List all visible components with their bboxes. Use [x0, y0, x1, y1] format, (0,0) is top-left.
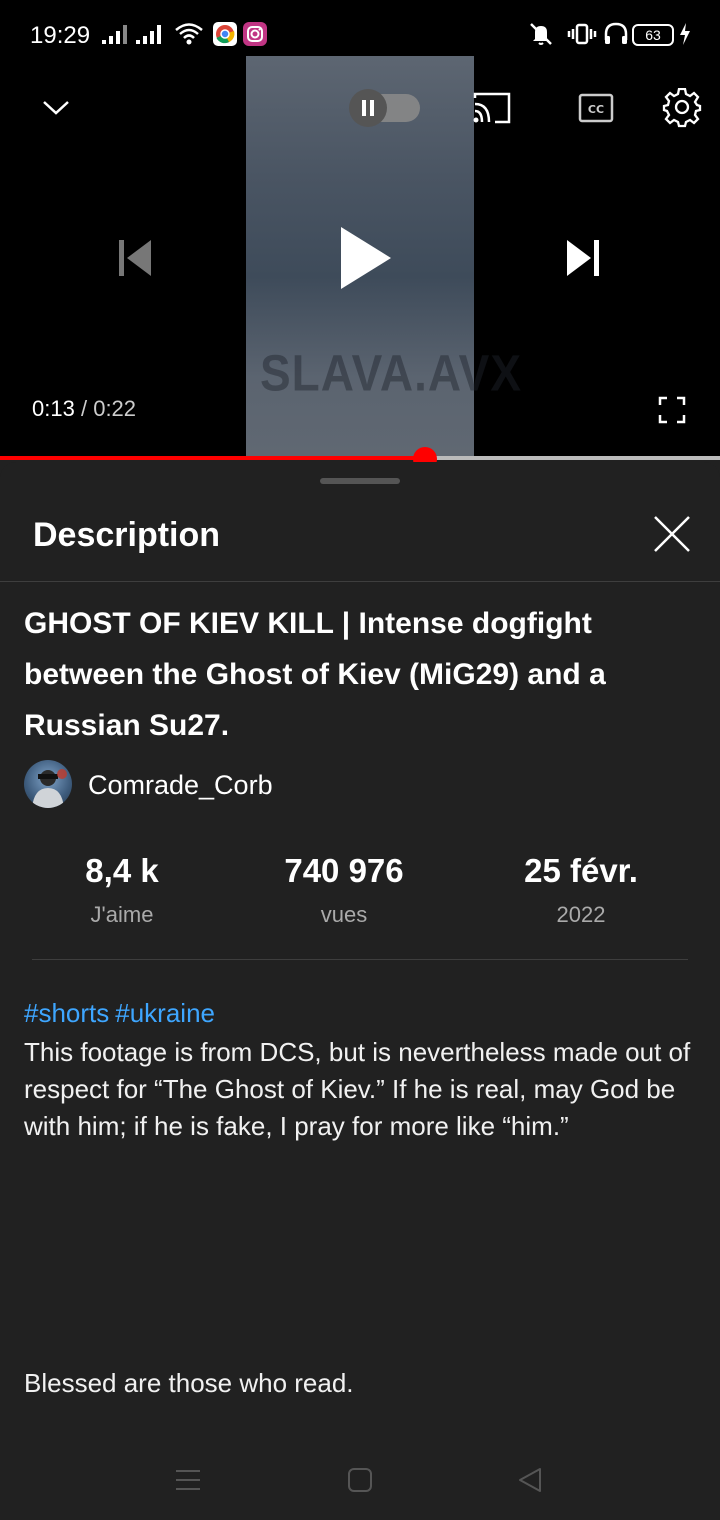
current-time: 0:13 [32, 396, 75, 421]
description-footer: Blessed are those who read. [24, 1368, 354, 1398]
time-separator: / [80, 396, 88, 421]
menu-icon[interactable] [168, 1460, 208, 1500]
duration: 0:22 [93, 396, 137, 421]
description-sheet: Description GHOST OF KIEV KILL | Intense… [0, 462, 720, 1520]
video-title: GHOST OF KIEV KILL | Intense dogfight be… [24, 607, 606, 742]
signal-icon [136, 18, 161, 50]
hashtags: #shorts #ukraine [24, 998, 221, 1029]
previous-icon[interactable] [112, 234, 158, 282]
svg-text:CC: CC [588, 103, 604, 116]
stat-label: vues [320, 902, 368, 927]
stat-label: 2022 [556, 902, 606, 927]
sheet-title: Description [33, 516, 221, 554]
drag-handle[interactable] [320, 478, 400, 484]
description-text: This footage is from DCS, but is neverth… [24, 1037, 691, 1141]
stat-value: 8,4 k [85, 852, 159, 889]
chrome-icon [212, 18, 238, 50]
stat-date: 25 févr. 2022 [496, 852, 666, 928]
captions-icon[interactable]: CC [576, 90, 616, 126]
home-icon[interactable] [340, 1460, 380, 1500]
fullscreen-icon[interactable] [652, 390, 692, 430]
status-time: 19:29 [30, 22, 91, 49]
video-player[interactable]: SLAVA.AVX CC 0:13 / 0:22 [0, 56, 720, 458]
back-icon[interactable] [510, 1460, 550, 1500]
divider [32, 959, 688, 960]
autoplay-toggle[interactable] [346, 88, 422, 128]
progress-fill [0, 456, 425, 460]
status-bar: 19:29 63 [0, 0, 720, 56]
time-readout: 0:13 / 0:22 [32, 396, 136, 422]
charging-icon [678, 18, 692, 50]
stat-value: 25 févr. [524, 852, 638, 889]
play-icon[interactable] [330, 220, 400, 296]
system-nav-bar [0, 1440, 720, 1520]
vibrate-icon [566, 18, 598, 50]
stat-label: J'aime [90, 902, 154, 927]
close-icon[interactable] [650, 512, 694, 556]
channel-name[interactable]: Comrade_Corb [88, 770, 273, 801]
divider [0, 581, 720, 582]
instagram-icon [242, 18, 268, 50]
stat-views: 740 976 vues [254, 852, 434, 928]
wifi-icon [172, 18, 206, 50]
video-watermark: SLAVA.AVX [260, 344, 523, 402]
hashtag-link[interactable]: #ukraine [115, 998, 215, 1028]
next-icon[interactable] [560, 234, 606, 282]
stat-likes: 8,4 k J'aime [42, 852, 202, 928]
battery-icon: 63 [632, 24, 674, 46]
stat-value: 740 976 [284, 852, 404, 889]
avatar[interactable] [24, 760, 72, 808]
headphones-icon [602, 18, 630, 50]
mute-icon [526, 18, 556, 50]
hashtag-link[interactable]: #shorts [24, 998, 109, 1028]
cast-icon[interactable] [468, 88, 516, 128]
signal-icon [102, 18, 127, 50]
settings-icon[interactable] [660, 86, 704, 130]
chevron-down-icon[interactable] [36, 90, 76, 126]
